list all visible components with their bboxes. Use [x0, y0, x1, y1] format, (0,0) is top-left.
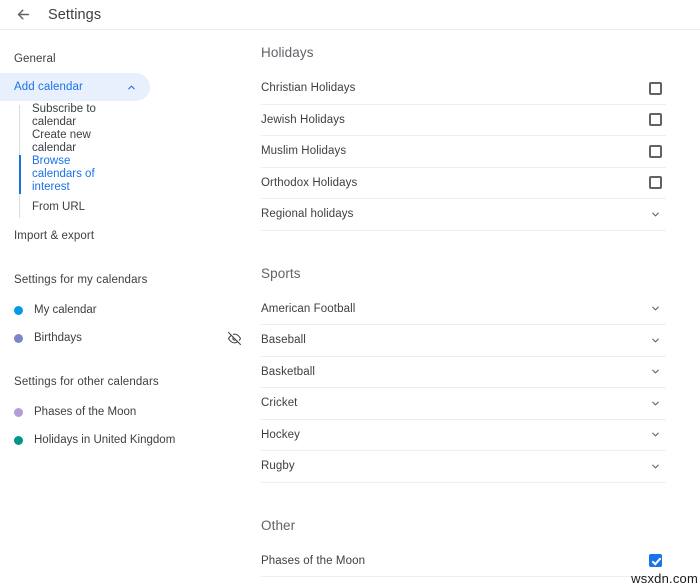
arrow-left-icon: [15, 6, 32, 23]
calendar-row-label: Hockey: [261, 428, 300, 441]
group-title: Other: [261, 517, 296, 533]
calendar-group-holidays: Holidays Christian Holidays Jewish Holiday…: [261, 45, 666, 231]
check-icon[interactable]: [648, 554, 662, 568]
calendar-color-dot: [14, 305, 23, 315]
checkbox-square-icon[interactable]: [648, 176, 662, 190]
calendar-row-label: Regional holidays: [261, 208, 354, 221]
calendar-row-label: American Football: [261, 302, 356, 315]
calendar-row-label: Cricket: [261, 397, 298, 410]
sidebar-item-import-export[interactable]: Import & export: [0, 222, 256, 250]
chevron-down-icon[interactable]: [648, 333, 662, 347]
sidebar-subitem-label: Subscribe to calendar: [32, 103, 96, 128]
expand-row-button[interactable]: [644, 396, 666, 410]
checkbox-unchecked[interactable]: [644, 144, 666, 158]
sidebar-subitem-label: Create new calendar: [32, 129, 91, 154]
expand-row-button[interactable]: [644, 207, 666, 221]
checkbox-unchecked[interactable]: [644, 176, 666, 190]
sidebar-calendar-holidays-in-united-kingdom[interactable]: Holidays in United Kingdom: [0, 426, 256, 454]
expand-row-button[interactable]: [644, 459, 666, 473]
checkbox-square-icon[interactable]: [648, 144, 662, 158]
calendar-name: Birthdays: [34, 332, 82, 344]
checkbox-checked[interactable]: [644, 554, 666, 568]
expand-row-button[interactable]: [644, 428, 666, 442]
sidebar-subitem-label: From URL: [32, 200, 86, 213]
sidebar-calendar-my-calendar[interactable]: My calendar: [0, 296, 256, 324]
calendar-name: Phases of the Moon: [34, 406, 137, 418]
calendar-row[interactable]: Rugby: [261, 451, 666, 483]
calendar-row[interactable]: Baseball: [261, 325, 666, 357]
sidebar-subitem-from-url[interactable]: From URL: [19, 194, 256, 220]
sidebar-item-label: General: [14, 53, 56, 65]
sidebar-item-label: Import & export: [14, 230, 95, 242]
group-title: Sports: [261, 265, 301, 281]
calendar-color-dot: [14, 333, 23, 343]
calendar-row[interactable]: Christian Holidays: [261, 73, 666, 105]
checkbox-unchecked[interactable]: [644, 113, 666, 127]
settings-content: Holidays Christian Holidays Jewish Holiday…: [256, 30, 700, 587]
page-title: Settings: [48, 6, 102, 23]
calendar-name: Holidays in United Kingdom: [34, 434, 176, 446]
chevron-down-icon[interactable]: [648, 207, 662, 221]
checkbox-square-icon[interactable]: [648, 81, 662, 95]
chevron-down-icon[interactable]: [648, 365, 662, 379]
sidebar-item-label: Add calendar: [14, 81, 83, 93]
calendar-name: My calendar: [34, 304, 97, 316]
chevron-down-icon[interactable]: [648, 428, 662, 442]
sidebar-subitem-subscribe-to-calendar[interactable]: Subscribe to calendar: [19, 103, 256, 129]
checkbox-unchecked[interactable]: [644, 81, 666, 95]
calendar-row-label: Basketball: [261, 365, 316, 378]
sidebar-calendar-birthdays[interactable]: Birthdays: [0, 324, 256, 352]
sidebar-section-other-calendars-title: Settings for other calendars: [14, 376, 159, 388]
chevron-up-icon[interactable]: [124, 80, 138, 94]
sidebar-subitem-browse-calendars-of-interest[interactable]: Browse calendars of interest: [19, 155, 256, 194]
calendar-color-dot: [14, 435, 23, 445]
calendar-row[interactable]: Basketball: [261, 357, 666, 388]
calendar-row-label: Orthodox Holidays: [261, 176, 358, 189]
calendar-color-dot: [14, 407, 23, 417]
calendar-row[interactable]: Orthodox Holidays: [261, 168, 666, 199]
settings-page: Settings General Add calendar Subscribe …: [0, 0, 700, 587]
calendar-group-sports: Sports American Football Baseball Basketbal…: [261, 266, 666, 483]
checkbox-square-icon[interactable]: [648, 113, 662, 127]
expand-row-button[interactable]: [644, 302, 666, 316]
calendar-row[interactable]: Muslim Holidays: [261, 136, 666, 168]
sidebar-subitem-label: Browse calendars of interest: [32, 155, 95, 193]
expand-row-button[interactable]: [644, 333, 666, 347]
calendar-row[interactable]: Phases of the Moon: [261, 546, 666, 577]
back-button[interactable]: [12, 4, 34, 26]
sidebar-item-add-calendar[interactable]: Add calendar: [0, 73, 150, 101]
add-calendar-submenu: Subscribe to calendar Create new calenda…: [0, 103, 256, 220]
sidebar-subitem-create-new-calendar[interactable]: Create new calendar: [19, 129, 256, 155]
group-title: Holidays: [261, 45, 314, 60]
calendar-row[interactable]: Jewish Holidays: [261, 105, 666, 136]
sidebar-calendar-phases-of-the-moon[interactable]: Phases of the Moon: [0, 398, 256, 426]
app-header: Settings: [0, 0, 700, 30]
calendar-group-other: Other Phases of the Moon: [261, 517, 666, 577]
calendar-row-label: Muslim Holidays: [261, 145, 347, 158]
calendar-row[interactable]: Hockey: [261, 420, 666, 451]
calendar-row-label: Rugby: [261, 460, 295, 473]
calendar-row[interactable]: Cricket: [261, 388, 666, 420]
visibility-off-icon[interactable]: [226, 330, 242, 346]
sidebar-item-general[interactable]: General: [0, 45, 256, 73]
sidebar-section-my-calendars-title: Settings for my calendars: [14, 274, 148, 286]
expand-row-button[interactable]: [644, 365, 666, 379]
calendar-row-label: Christian Holidays: [261, 82, 356, 95]
chevron-down-icon[interactable]: [648, 396, 662, 410]
calendar-row-label: Jewish Holidays: [261, 113, 345, 126]
calendar-groups: Holidays Christian Holidays Jewish Holiday…: [261, 45, 666, 577]
chevron-down-icon[interactable]: [648, 302, 662, 316]
calendar-row[interactable]: Regional holidays: [261, 199, 666, 231]
calendar-row[interactable]: American Football: [261, 294, 666, 325]
chevron-down-icon[interactable]: [648, 459, 662, 473]
settings-sidebar: General Add calendar Subscribe to calend…: [0, 30, 256, 587]
calendar-row-label: Baseball: [261, 334, 306, 347]
calendar-row-label: Phases of the Moon: [261, 554, 366, 567]
